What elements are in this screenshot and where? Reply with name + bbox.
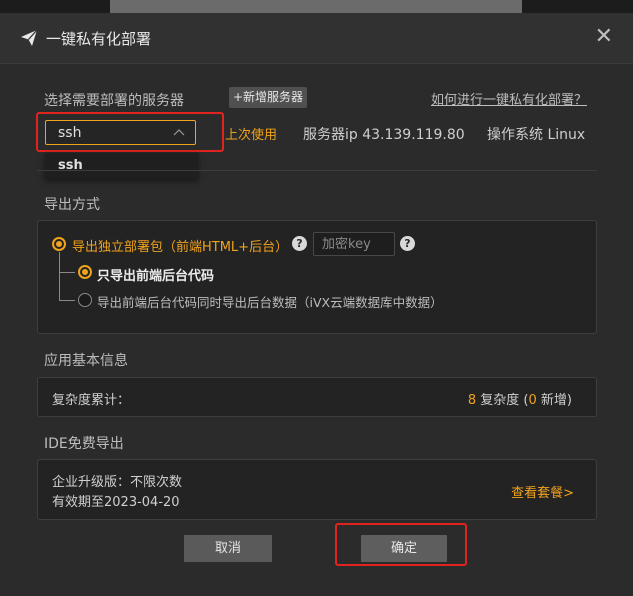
- ide-plan-panel: 企业升级版：不限次数 有效期至2023-04-20 查看套餐>: [37, 459, 597, 520]
- radio-code-only[interactable]: [78, 265, 92, 279]
- cancel-button[interactable]: 取消: [184, 535, 272, 562]
- help-icon-key[interactable]: ?: [400, 236, 415, 251]
- os-info-text: 操作系统 Linux: [487, 127, 586, 143]
- complexity-new-count: 0: [528, 393, 537, 408]
- server-dropdown-menu: ssh: [45, 153, 198, 179]
- complexity-new-word: 新增): [540, 393, 572, 408]
- server-section-label: 选择需要部署的服务器: [44, 93, 184, 109]
- plan-text: 企业升级版：不限次数: [52, 475, 183, 490]
- encryption-key-input[interactable]: [313, 232, 395, 256]
- radio-code-with-data[interactable]: [78, 293, 92, 307]
- paper-plane-icon: [21, 29, 38, 46]
- close-icon[interactable]: ✕: [595, 26, 613, 48]
- tree-connector: [59, 272, 75, 273]
- export-section-label: 导出方式: [44, 197, 100, 213]
- dialog-header: 一键私有化部署 ✕: [0, 13, 633, 64]
- sub-option-code-only-label[interactable]: 只导出前端后台代码: [97, 265, 214, 284]
- section-divider: [37, 170, 597, 171]
- highlight-box-confirm: [335, 523, 467, 566]
- deploy-help-link[interactable]: 如何进行一键私有化部署？: [431, 89, 587, 108]
- add-server-button[interactable]: +新增服务器: [229, 87, 308, 108]
- complexity-summary: 8 复杂度 (0 新增): [468, 389, 572, 408]
- help-icon-standalone[interactable]: ?: [292, 236, 307, 251]
- sub-option-with-data-label[interactable]: 导出前端后台代码同时导出后台数据（iVX云端数据库中数据）: [97, 292, 443, 311]
- dialog-title: 一键私有化部署: [46, 30, 152, 48]
- export-options-panel: 导出独立部署包（前端HTML+后台） ? ? 只导出前端后台代码 导出前端后台代…: [37, 220, 597, 334]
- app-info-panel: 复杂度累计： 8 复杂度 (0 新增): [37, 377, 597, 417]
- last-used-label: 上次使用: [225, 128, 278, 143]
- validity-text: 有效期至2023-04-20: [52, 495, 180, 510]
- ide-section-label: IDE免费导出: [44, 436, 124, 452]
- server-ip-text: 服务器ip 43.139.119.80: [303, 127, 465, 143]
- private-deploy-dialog: 一键私有化部署 ✕ 选择需要部署的服务器 +新增服务器 如何进行一键私有化部署？…: [0, 13, 633, 596]
- complexity-label: 复杂度累计：: [52, 393, 131, 408]
- tree-connector: [59, 252, 60, 300]
- complexity-total: 8: [467, 393, 477, 408]
- radio-standalone-package[interactable]: [52, 237, 66, 251]
- tree-connector: [59, 300, 75, 301]
- app-info-section-label: 应用基本信息: [44, 353, 128, 369]
- complexity-word: 复杂度: [480, 393, 520, 408]
- highlight-box-server-select: [36, 112, 224, 152]
- view-plan-link[interactable]: 查看套餐>: [511, 482, 574, 501]
- option-standalone-label[interactable]: 导出独立部署包（前端HTML+后台）: [72, 236, 288, 255]
